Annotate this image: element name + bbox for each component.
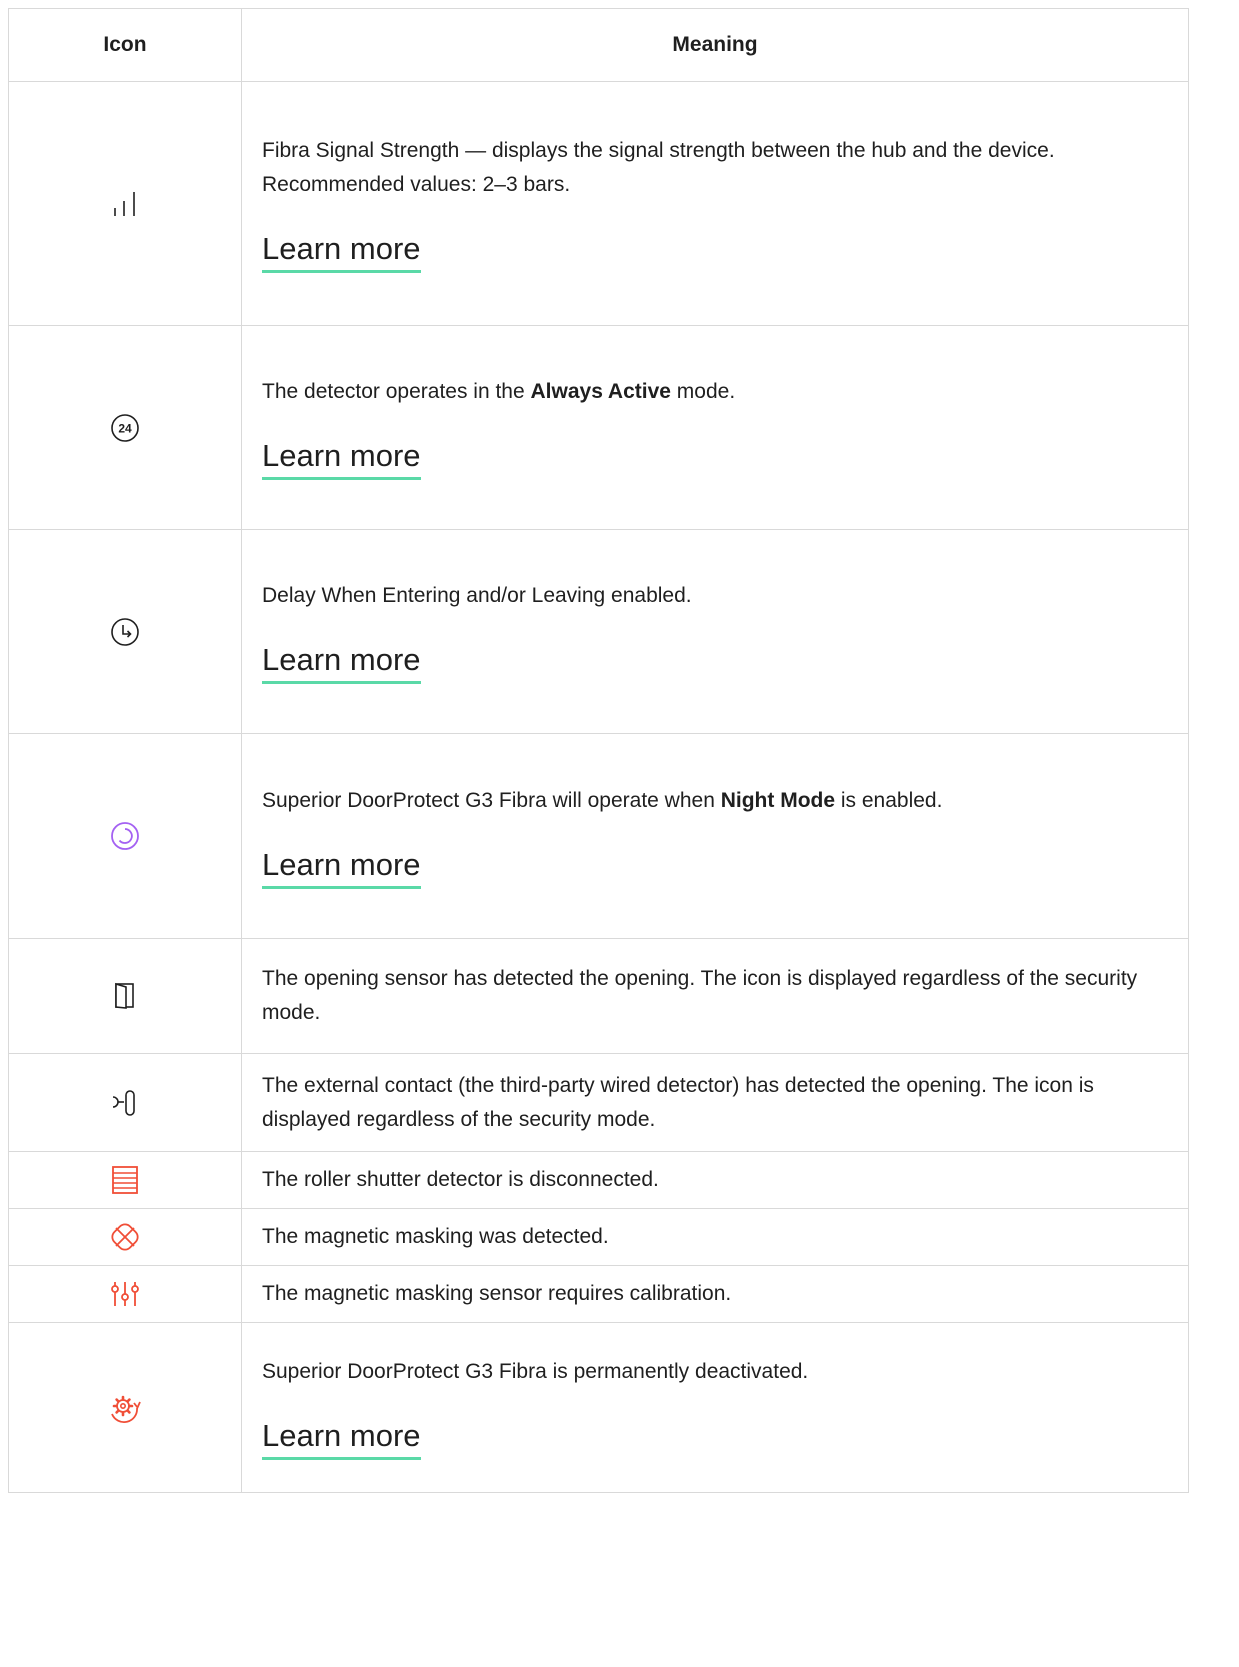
row-text: The magnetic masking was detected. <box>262 1225 609 1248</box>
meaning-column-header: Meaning <box>241 8 1189 82</box>
calibration-sliders-icon <box>111 1282 139 1306</box>
table-row: The external contact (the third-party wi… <box>8 1053 1189 1152</box>
night-mode-icon <box>111 822 139 850</box>
row-text: Superior DoorProtect G3 Fibra is permane… <box>262 1360 809 1383</box>
external-contact-icon <box>112 1089 135 1116</box>
table-row: 24 The detector operates in the Always A… <box>8 325 1189 530</box>
magnetic-masking-icon <box>111 1223 139 1251</box>
table-row: Delay When Entering and/or Leaving enabl… <box>8 529 1189 734</box>
table-row: The opening sensor has detected the open… <box>8 938 1189 1054</box>
icons-table: Icon Meaning Fibra Signal Strength — dis… <box>8 8 1189 1493</box>
table-row: Fibra Signal Strength — displays the sig… <box>8 81 1189 326</box>
permanently-deactivated-icon <box>111 1395 141 1423</box>
table-header-row: Icon Meaning <box>8 8 1189 82</box>
row-text: Superior DoorProtect G3 Fibra will opera… <box>262 788 943 812</box>
learn-more-link[interactable]: Learn more <box>262 1417 421 1460</box>
always-active-24-icon: 24 <box>111 413 139 442</box>
roller-shutter-icon <box>112 1166 138 1194</box>
learn-more-link[interactable]: Learn more <box>262 230 421 273</box>
delay-clock-icon <box>111 617 139 646</box>
row-text: Fibra Signal Strength — displays the sig… <box>262 139 1055 196</box>
table-row: The roller shutter detector is disconnec… <box>8 1151 1189 1209</box>
row-text: The external contact (the third-party wi… <box>262 1073 1094 1131</box>
table-row: The magnetic masking was detected. <box>8 1208 1189 1266</box>
learn-more-link[interactable]: Learn more <box>262 437 421 480</box>
learn-more-link[interactable]: Learn more <box>262 846 421 889</box>
icon-column-header: Icon <box>8 8 242 82</box>
row-text: The detector operates in the Always Acti… <box>262 380 736 403</box>
table-row: Superior DoorProtect G3 Fibra is permane… <box>8 1322 1189 1493</box>
svg-text:24: 24 <box>118 421 132 435</box>
row-text: The opening sensor has detected the open… <box>262 967 1138 1024</box>
row-text: The roller shutter detector is disconnec… <box>262 1168 659 1191</box>
table-row: Superior DoorProtect G3 Fibra will opera… <box>8 733 1189 939</box>
row-text: Delay When Entering and/or Leaving enabl… <box>262 584 692 607</box>
table-row: The magnetic masking sensor requires cal… <box>8 1265 1189 1323</box>
learn-more-link[interactable]: Learn more <box>262 641 421 684</box>
door-open-icon <box>115 982 134 1009</box>
signal-strength-icon <box>114 191 135 216</box>
row-text: The magnetic masking sensor requires cal… <box>262 1282 732 1305</box>
